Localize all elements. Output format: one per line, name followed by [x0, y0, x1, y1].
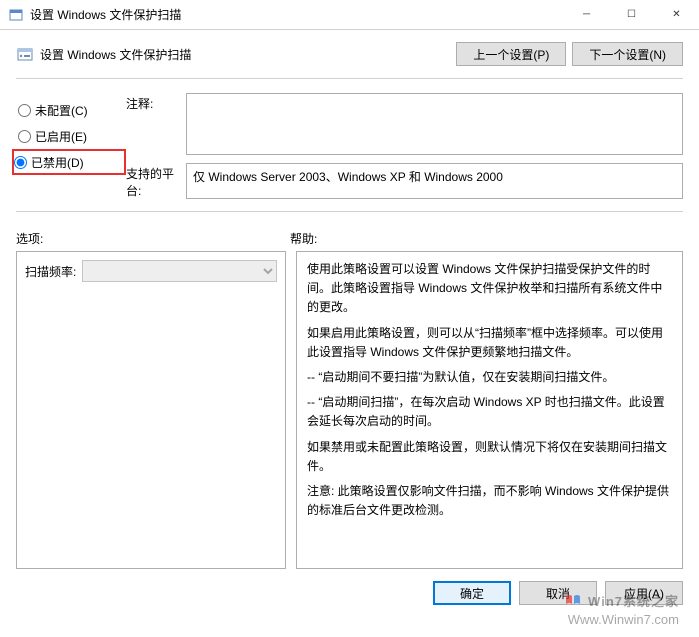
scan-frequency-row: 扫描频率:	[25, 260, 277, 282]
footer: 确定 取消 应用(A)	[0, 569, 699, 617]
radio-not-configured-label: 未配置(C)	[35, 102, 88, 119]
platform-label: 支持的平台:	[126, 163, 186, 199]
comment-input[interactable]	[186, 93, 683, 155]
help-text-2: 如果启用此策略设置，则可以从“扫描频率”框中选择频率。可以使用此设置指导 Win…	[307, 324, 672, 362]
options-section-label: 选项:	[16, 230, 290, 247]
help-text-5: 如果禁用或未配置此策略设置，则默认情况下将仅在安装期间扫描文件。	[307, 438, 672, 476]
radio-not-configured-input[interactable]	[18, 104, 31, 117]
help-text-3: -- “启动期间不要扫描”为默认值，仅在安装期间扫描文件。	[307, 368, 672, 387]
help-text-4: -- “启动期间扫描”，在每次启动 Windows XP 时也扫描文件。此设置会…	[307, 393, 672, 431]
radio-enabled-label: 已启用(E)	[35, 128, 87, 145]
config-area: 未配置(C) 已启用(E) 已禁用(D) 注释: 支持的平台: 仅 Window…	[0, 87, 699, 207]
help-text-1: 使用此策略设置可以设置 Windows 文件保护扫描受保护文件的时间。此策略设置…	[307, 260, 672, 318]
options-panel: 扫描频率:	[16, 251, 286, 569]
page-title: 设置 Windows 文件保护扫描	[40, 46, 450, 63]
help-section-label: 帮助:	[290, 230, 683, 247]
platform-row: 支持的平台: 仅 Windows Server 2003、Windows XP …	[126, 163, 683, 199]
radio-disabled[interactable]: 已禁用(D)	[12, 149, 126, 175]
scan-frequency-select[interactable]	[82, 260, 277, 282]
prev-setting-button[interactable]: 上一个设置(P)	[456, 42, 566, 66]
divider	[16, 78, 683, 79]
help-text-6: 注意: 此策略设置仅影响文件扫描，而不影响 Windows 文件保护提供的标准后…	[307, 482, 672, 520]
minimize-button[interactable]: ─	[564, 0, 609, 29]
window-title: 设置 Windows 文件保护扫描	[30, 6, 564, 23]
maximize-button[interactable]: ☐	[609, 0, 654, 29]
radio-enabled-input[interactable]	[18, 130, 31, 143]
radio-not-configured[interactable]: 未配置(C)	[16, 97, 126, 123]
titlebar: 设置 Windows 文件保护扫描 ─ ☐ ✕	[0, 0, 699, 30]
next-setting-button[interactable]: 下一个设置(N)	[572, 42, 683, 66]
platform-value: 仅 Windows Server 2003、Windows XP 和 Windo…	[186, 163, 683, 199]
policy-icon	[16, 45, 34, 63]
comment-label: 注释:	[126, 93, 186, 155]
radio-group: 未配置(C) 已启用(E) 已禁用(D)	[16, 93, 126, 207]
radio-enabled[interactable]: 已启用(E)	[16, 123, 126, 149]
header-row: 设置 Windows 文件保护扫描 上一个设置(P) 下一个设置(N)	[0, 30, 699, 74]
comment-row: 注释:	[126, 93, 683, 155]
ok-button[interactable]: 确定	[433, 581, 511, 605]
lower-area: 扫描频率: 使用此策略设置可以设置 Windows 文件保护扫描受保护文件的时间…	[0, 251, 699, 569]
close-button[interactable]: ✕	[654, 0, 699, 29]
cancel-button[interactable]: 取消	[519, 581, 597, 605]
apply-button[interactable]: 应用(A)	[605, 581, 683, 605]
divider-2	[16, 211, 683, 212]
help-panel: 使用此策略设置可以设置 Windows 文件保护扫描受保护文件的时间。此策略设置…	[296, 251, 683, 569]
radio-disabled-input[interactable]	[14, 156, 27, 169]
app-icon	[8, 7, 24, 23]
window-controls: ─ ☐ ✕	[564, 0, 699, 29]
radio-disabled-label: 已禁用(D)	[31, 154, 84, 171]
scan-frequency-label: 扫描频率:	[25, 263, 76, 280]
right-fields: 注释: 支持的平台: 仅 Windows Server 2003、Windows…	[126, 93, 683, 207]
platform-text: 仅 Windows Server 2003、Windows XP 和 Windo…	[193, 170, 503, 184]
mid-labels: 选项: 帮助:	[0, 220, 699, 251]
